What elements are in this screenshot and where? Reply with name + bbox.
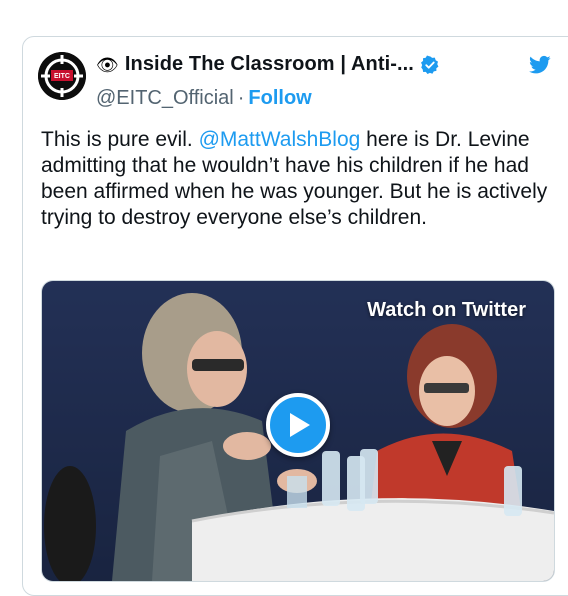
follow-button[interactable]: Follow [248, 87, 311, 109]
author-handle-row: @EITC_Official · Follow [96, 87, 312, 110]
svg-text:EITC: EITC [54, 73, 70, 80]
play-icon [290, 413, 310, 437]
avatar[interactable]: EITC [38, 52, 86, 100]
tweet-text: This is pure evil. @MattWalshBlog here i… [41, 127, 561, 231]
twitter-bird-icon[interactable] [529, 55, 551, 75]
video-media[interactable]: Watch on Twitter [41, 280, 555, 582]
avatar-logo-icon: EITC [38, 52, 86, 100]
author-display-name[interactable]: Inside The Classroom | Anti-... [125, 53, 414, 76]
mention-link[interactable]: @MattWalshBlog [199, 128, 361, 151]
separator-dot: · [237, 87, 245, 109]
verified-badge-icon [420, 55, 439, 74]
author-handle[interactable]: @EITC_Official [96, 87, 234, 109]
tweet-card[interactable]: EITC 👁 Inside The Classroom | Anti-... @… [22, 36, 568, 596]
author-name-row[interactable]: 👁 Inside The Classroom | Anti-... [96, 53, 440, 76]
play-button[interactable] [266, 393, 330, 457]
eye-emoji: 👁 [96, 54, 119, 75]
watch-on-twitter-label[interactable]: Watch on Twitter [367, 299, 526, 322]
tweet-text-part1: This is pure evil. [41, 128, 199, 151]
